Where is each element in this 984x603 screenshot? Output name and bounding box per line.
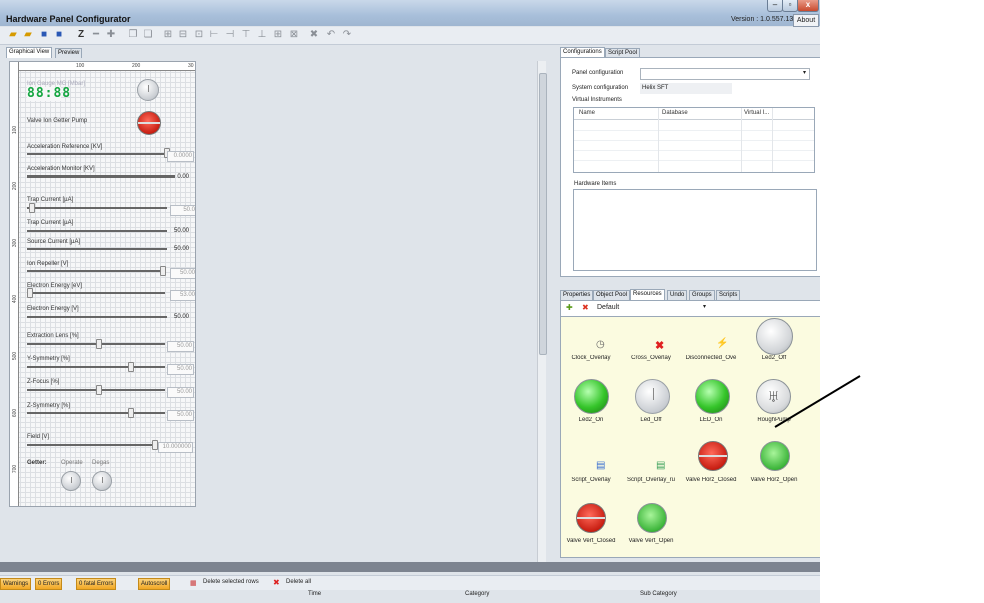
annotation-arrow [774, 375, 861, 428]
